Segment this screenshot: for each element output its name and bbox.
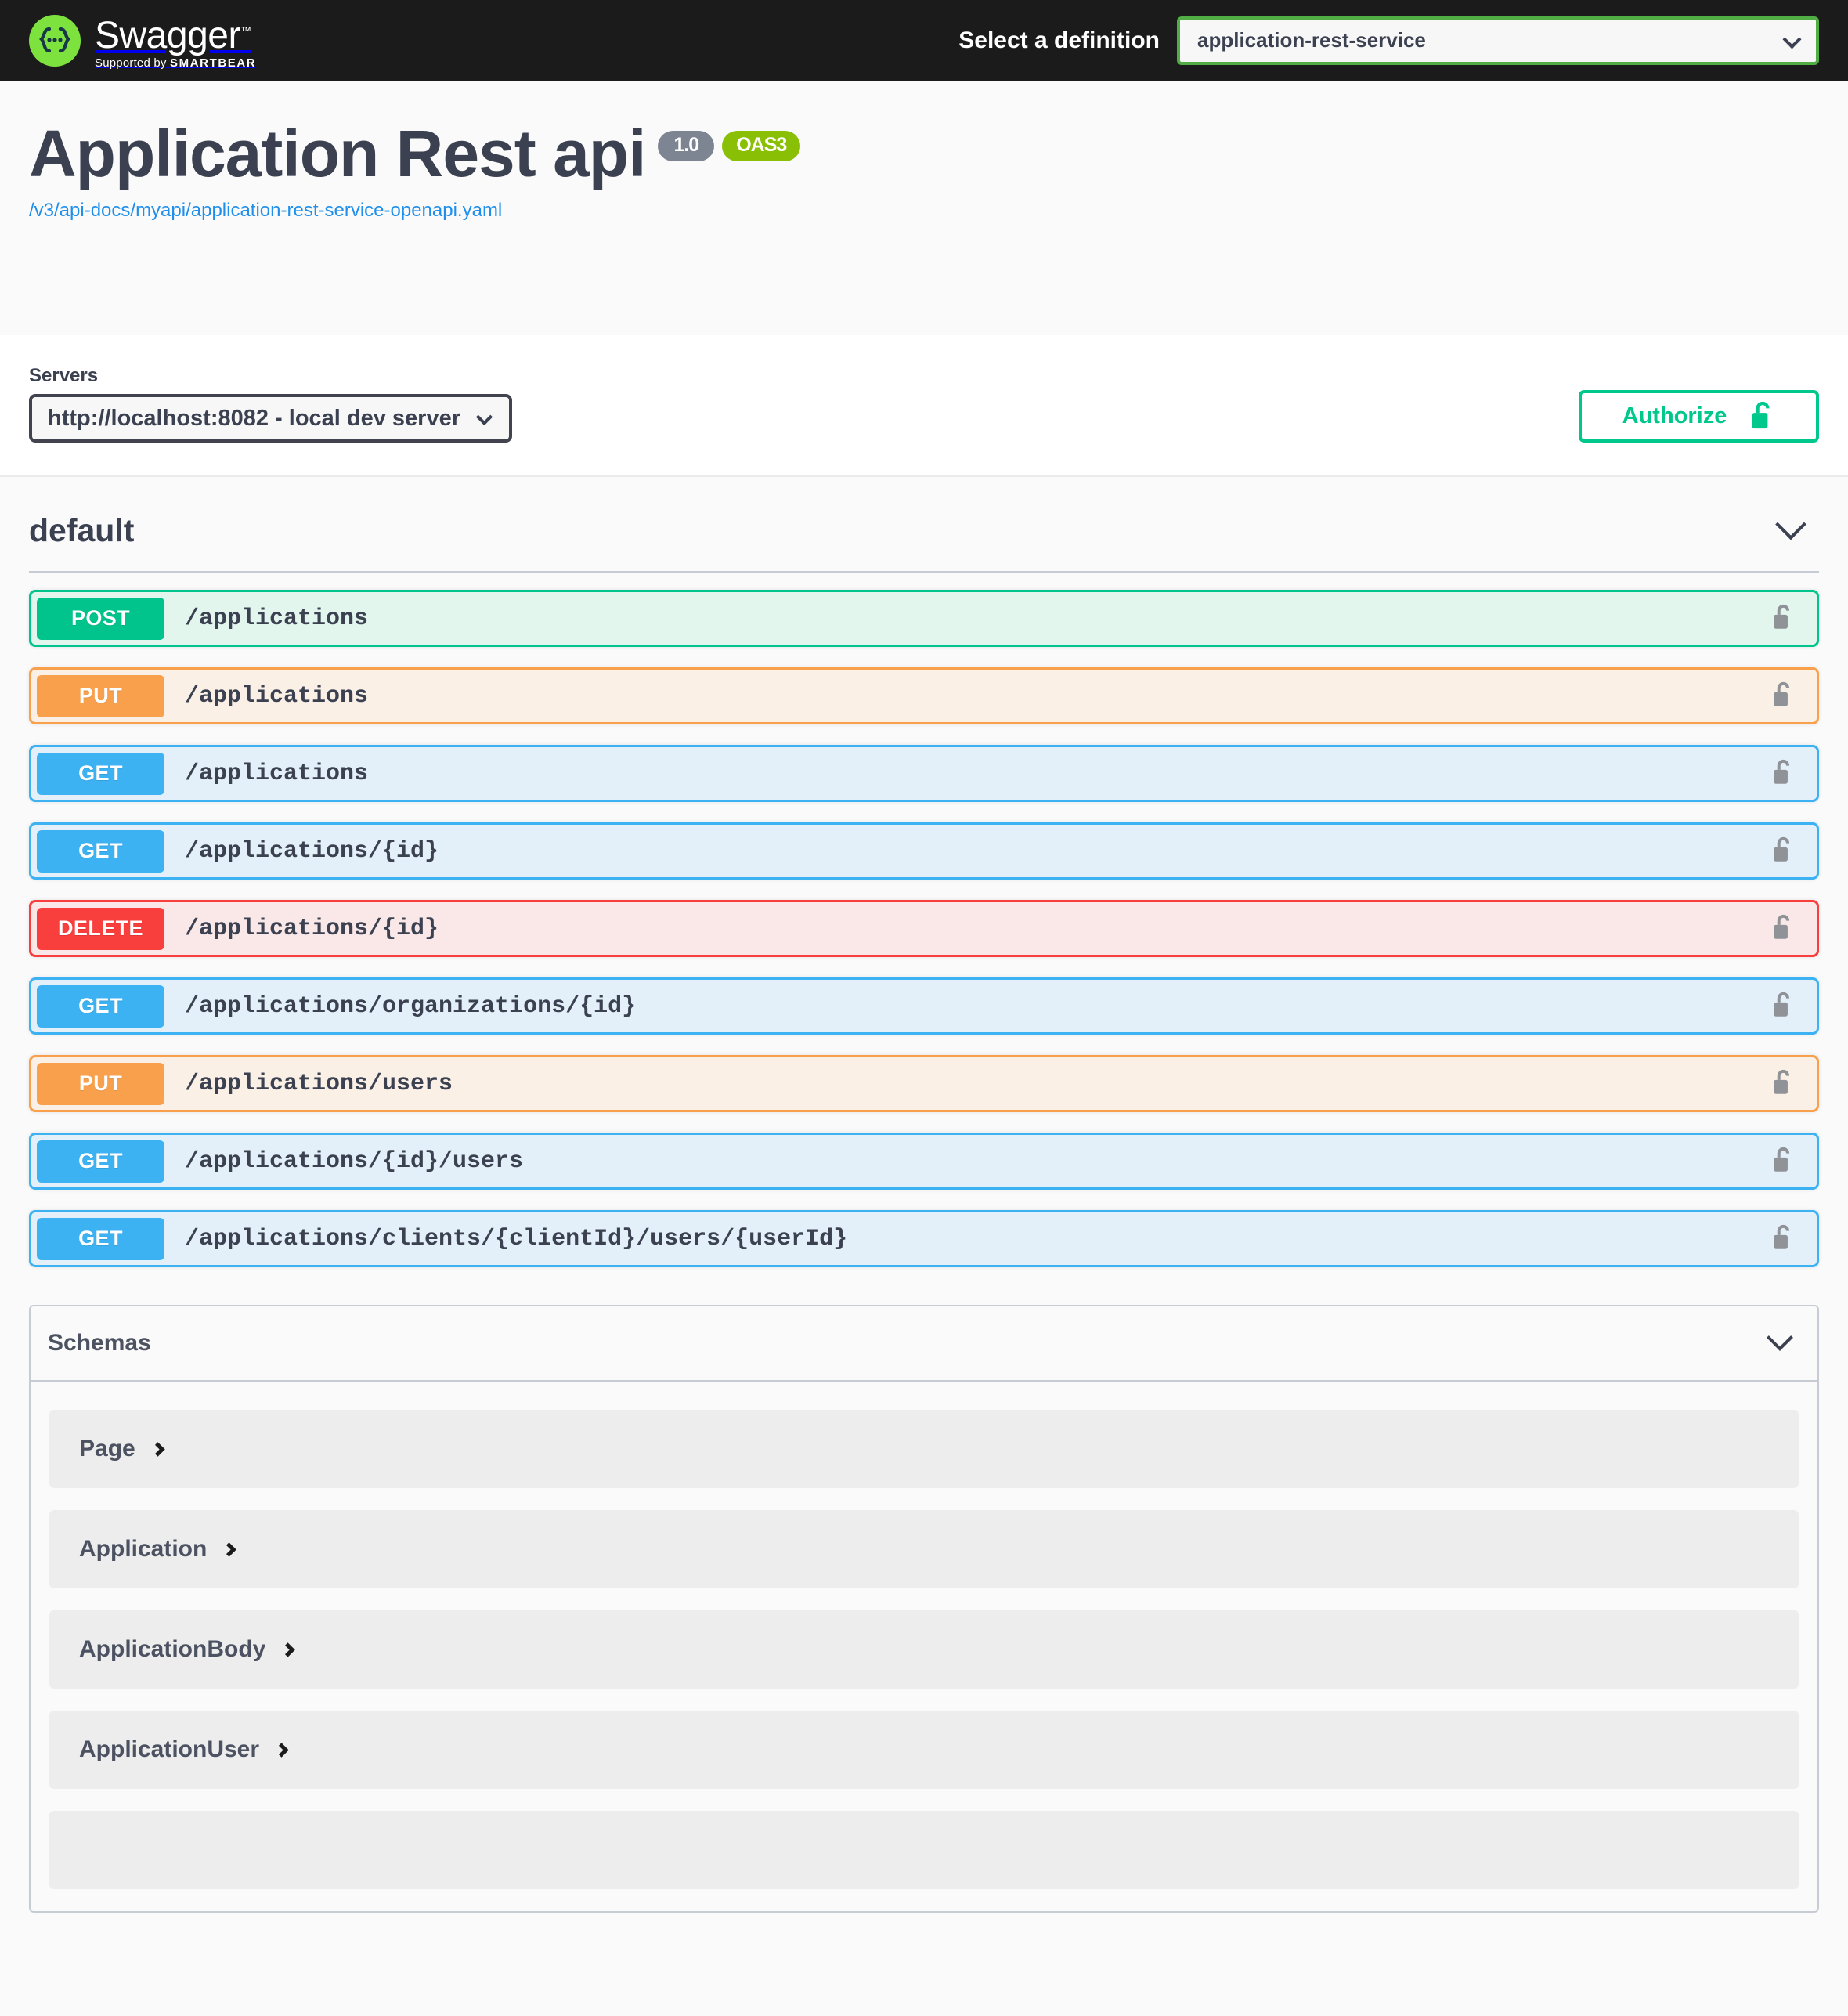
chevron-right-icon bbox=[280, 1642, 296, 1657]
operation-row[interactable]: GET/applications/clients/{clientId}/user… bbox=[29, 1210, 1819, 1267]
operation-method-badge: PUT bbox=[37, 1062, 164, 1105]
unlocked-padlock-icon[interactable] bbox=[1771, 835, 1795, 868]
server-select[interactable]: http://localhost:8082 - local dev server bbox=[29, 394, 513, 443]
operation-path: /applications/users bbox=[185, 1070, 453, 1097]
authorize-button[interactable]: Authorize bbox=[1579, 390, 1819, 443]
schema-row[interactable]: Page bbox=[49, 1410, 1799, 1488]
operation-row[interactable]: GET/applications/{id}/users bbox=[29, 1133, 1819, 1190]
server-selected-value: http://localhost:8082 - local dev server bbox=[48, 405, 461, 431]
unlocked-padlock-icon[interactable] bbox=[1771, 1068, 1795, 1100]
operation-method-badge: GET bbox=[37, 752, 164, 795]
unlocked-padlock-icon[interactable] bbox=[1771, 1145, 1795, 1178]
operation-method-badge: POST bbox=[37, 597, 164, 640]
schema-name: ApplicationUser bbox=[79, 1736, 260, 1762]
authorize-button-label: Authorize bbox=[1622, 403, 1727, 428]
unlocked-padlock-icon[interactable] bbox=[1771, 680, 1795, 713]
operation-method-badge: GET bbox=[37, 1140, 164, 1183]
unlocked-padlock-icon bbox=[1750, 399, 1775, 433]
servers-block: Servers http://localhost:8082 - local de… bbox=[0, 335, 1848, 477]
page-title: Application Rest api 1.0 OAS3 bbox=[29, 118, 1819, 189]
version-badge: 1.0 bbox=[658, 131, 715, 161]
tag-name: default bbox=[29, 512, 135, 548]
operation-path: /applications/organizations/{id} bbox=[185, 992, 637, 1020]
unlocked-padlock-icon[interactable] bbox=[1771, 1223, 1795, 1255]
schemas-section: Schemas Page Application ApplicationBody Ap… bbox=[29, 1305, 1819, 1913]
api-info-block: Application Rest api 1.0 OAS3 /v3/api-do… bbox=[0, 81, 1848, 335]
chevron-right-icon bbox=[150, 1441, 165, 1457]
chevron-right-icon bbox=[222, 1541, 237, 1557]
chevron-down-icon bbox=[1775, 508, 1806, 540]
unlocked-padlock-icon[interactable] bbox=[1771, 757, 1795, 790]
logo-trademark: ™ bbox=[240, 23, 251, 37]
swagger-braces-icon bbox=[29, 14, 81, 67]
definition-select[interactable]: application-rest-service bbox=[1177, 16, 1819, 65]
unlocked-padlock-icon[interactable] bbox=[1771, 912, 1795, 945]
tag-header[interactable]: default bbox=[29, 477, 1819, 573]
operation-method-badge: DELETE bbox=[37, 907, 164, 950]
schema-name: Application bbox=[79, 1536, 208, 1562]
operation-path: /applications bbox=[185, 682, 369, 710]
operation-method-badge: GET bbox=[37, 985, 164, 1028]
operation-row[interactable]: PUT/applications/users bbox=[29, 1055, 1819, 1112]
operation-path: /applications bbox=[185, 760, 369, 787]
schema-name: Page bbox=[79, 1436, 135, 1461]
schemas-title: Schemas bbox=[48, 1330, 151, 1356]
api-title-text: Application Rest api bbox=[29, 117, 646, 190]
unlocked-padlock-icon[interactable] bbox=[1771, 990, 1795, 1023]
operation-method-badge: PUT bbox=[37, 674, 164, 717]
schema-row[interactable]: Application bbox=[49, 1510, 1799, 1588]
schema-row[interactable] bbox=[49, 1811, 1799, 1889]
chevron-right-icon bbox=[274, 1742, 289, 1758]
servers-label: Servers bbox=[29, 365, 99, 386]
operation-row[interactable]: GET/applications/organizations/{id} bbox=[29, 977, 1819, 1035]
definition-selector-group: Select a definition application-rest-ser… bbox=[958, 16, 1819, 65]
operation-path: /applications/{id}/users bbox=[185, 1147, 524, 1175]
operation-path: /applications/{id} bbox=[185, 837, 439, 865]
operation-method-badge: GET bbox=[37, 829, 164, 873]
tag-section-default: default POST/applications PUT/applicatio… bbox=[0, 477, 1848, 1267]
operation-path: /applications/clients/{clientId}/users/{… bbox=[185, 1225, 848, 1252]
title-badges: 1.0 OAS3 bbox=[658, 131, 801, 161]
logo-wordmark: Swagger bbox=[95, 14, 240, 56]
schema-row[interactable]: ApplicationUser bbox=[49, 1711, 1799, 1789]
operations-list: POST/applications PUT/applications GET/a… bbox=[29, 573, 1819, 1267]
servers-group: Servers http://localhost:8082 - local de… bbox=[29, 365, 513, 443]
schema-name: ApplicationBody bbox=[79, 1636, 266, 1662]
operation-path: /applications/{id} bbox=[185, 915, 439, 942]
chevron-down-icon bbox=[1782, 29, 1802, 49]
definition-label: Select a definition bbox=[958, 27, 1160, 53]
schema-row[interactable]: ApplicationBody bbox=[49, 1610, 1799, 1689]
operation-method-badge: GET bbox=[37, 1217, 164, 1260]
operation-row[interactable]: GET/applications bbox=[29, 745, 1819, 802]
logo-supported-by-text: Supported by bbox=[95, 56, 170, 70]
chevron-down-icon bbox=[475, 408, 493, 426]
chevron-down-icon bbox=[1767, 1324, 1793, 1351]
top-bar: Swagger™ Supported by SMARTBEAR Select a… bbox=[0, 0, 1848, 81]
oas3-badge: OAS3 bbox=[722, 131, 801, 161]
logo-smartbear-text: SMARTBEAR bbox=[170, 56, 257, 70]
operation-row[interactable]: PUT/applications bbox=[29, 667, 1819, 724]
operation-path: /applications bbox=[185, 605, 369, 632]
operation-row[interactable]: GET/applications/{id} bbox=[29, 822, 1819, 880]
operation-row[interactable]: DELETE/applications/{id} bbox=[29, 900, 1819, 957]
swagger-logo-link[interactable]: Swagger™ Supported by SMARTBEAR bbox=[29, 11, 256, 70]
operation-row[interactable]: POST/applications bbox=[29, 590, 1819, 647]
unlocked-padlock-icon[interactable] bbox=[1771, 602, 1795, 635]
definition-selected-value: application-rest-service bbox=[1197, 28, 1426, 52]
schemas-header[interactable]: Schemas bbox=[31, 1306, 1817, 1382]
openapi-spec-link[interactable]: /v3/api-docs/myapi/application-rest-serv… bbox=[29, 200, 502, 222]
schemas-list: Page Application ApplicationBody Applicatio… bbox=[31, 1382, 1817, 1889]
